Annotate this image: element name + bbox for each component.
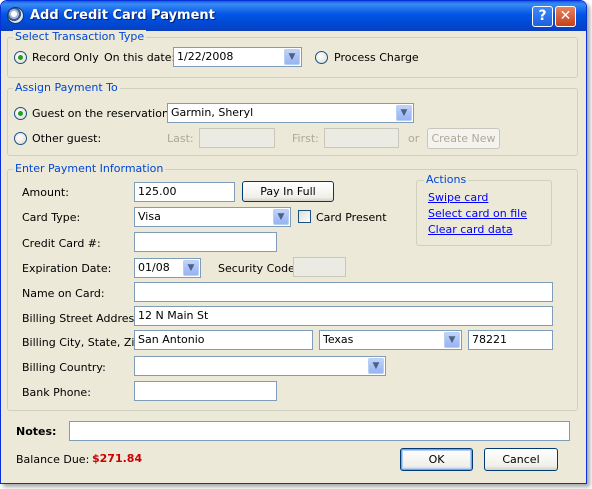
balance-due-label: Balance Due: — [16, 453, 90, 466]
bank-phone-input[interactable] — [134, 381, 277, 401]
card-type-value: Visa — [138, 210, 161, 223]
card-present-checkbox[interactable] — [298, 210, 311, 223]
guest-value: Garmin, Sheryl — [171, 106, 254, 119]
street-address-input[interactable]: 12 N Main St — [134, 306, 553, 326]
card-present-label: Card Present — [316, 211, 387, 224]
card-type-label: Card Type: — [22, 211, 81, 224]
country-label: Billing Country: — [22, 361, 106, 374]
payment-info-group-label: Enter Payment Information — [13, 162, 166, 175]
close-button[interactable]: ✕ — [555, 6, 576, 27]
zip-input[interactable]: 78221 — [468, 330, 553, 350]
name-on-card-input[interactable] — [134, 282, 553, 302]
country-select[interactable]: ▼ — [134, 356, 386, 376]
add-credit-card-payment-dialog: Add Credit Card Payment ? ✕ Select Trans… — [0, 0, 587, 484]
balance-due-value: $271.84 — [92, 452, 143, 465]
chevron-down-icon[interactable]: ▼ — [368, 358, 384, 374]
chevron-down-icon[interactable]: ▼ — [444, 332, 460, 348]
clear-card-data-link[interactable]: Clear card data — [428, 223, 513, 236]
last-name-input[interactable] — [199, 128, 275, 148]
chevron-down-icon[interactable]: ▼ — [284, 49, 300, 65]
city-input[interactable]: San Antonio — [134, 330, 313, 350]
last-name-label: Last: — [167, 132, 194, 145]
transaction-type-group-label: Select Transaction Type — [13, 30, 147, 43]
cc-number-input[interactable] — [134, 232, 277, 252]
guest-on-reservation-label: Guest on the reservation: — [32, 107, 173, 120]
pay-in-full-button[interactable]: Pay In Full — [242, 181, 334, 202]
state-value: Texas — [323, 333, 354, 346]
record-only-label: Record Only — [32, 51, 99, 64]
assign-payment-group-label: Assign Payment To — [13, 81, 120, 94]
first-name-label: First: — [292, 132, 319, 145]
process-charge-radio[interactable] — [315, 51, 328, 64]
title-bar[interactable]: Add Credit Card Payment ? ✕ — [1, 1, 586, 31]
swipe-card-link[interactable]: Swipe card — [428, 191, 488, 204]
amount-label: Amount: — [22, 186, 69, 199]
city-state-zip-label: Billing City, State, Zip: — [22, 336, 146, 349]
other-guest-radio[interactable] — [14, 132, 27, 145]
app-icon — [7, 7, 24, 24]
notes-input[interactable] — [69, 421, 570, 441]
ok-button[interactable]: OK — [400, 448, 473, 471]
guest-on-reservation-radio[interactable] — [14, 107, 27, 120]
process-charge-label: Process Charge — [334, 51, 419, 64]
state-select[interactable]: Texas ▼ — [319, 330, 462, 350]
security-code-label: Security Code: — [218, 262, 299, 275]
date-value: 1/22/2008 — [177, 50, 234, 63]
card-type-select[interactable]: Visa ▼ — [134, 207, 291, 227]
security-code-input[interactable] — [293, 257, 346, 277]
first-name-input[interactable] — [324, 128, 399, 148]
on-date-label: On this date: — [104, 51, 176, 64]
help-button[interactable]: ? — [532, 6, 553, 27]
expiration-value: 01/08 — [138, 261, 170, 274]
create-new-button[interactable]: Create New — [427, 128, 500, 149]
record-only-radio[interactable] — [14, 51, 27, 64]
cancel-button[interactable]: Cancel — [484, 448, 558, 471]
name-on-card-label: Name on Card: — [22, 287, 105, 300]
amount-input[interactable]: 125.00 — [134, 182, 235, 202]
other-guest-label: Other guest: — [32, 132, 102, 145]
chevron-down-icon[interactable]: ▼ — [183, 260, 199, 276]
or-label: or — [408, 132, 420, 145]
select-card-on-file-link[interactable]: Select card on file — [428, 207, 527, 220]
actions-group-label: Actions — [424, 173, 469, 186]
window-title: Add Credit Card Payment — [30, 8, 215, 23]
chevron-down-icon[interactable]: ▼ — [396, 105, 412, 121]
expiration-label: Expiration Date: — [22, 262, 112, 275]
chevron-down-icon[interactable]: ▼ — [273, 209, 289, 225]
expiration-select[interactable]: 01/08 ▼ — [134, 258, 201, 278]
bank-phone-label: Bank Phone: — [22, 386, 91, 399]
street-address-label: Billing Street Address: — [22, 312, 144, 325]
cc-number-label: Credit Card #: — [22, 237, 101, 250]
date-picker[interactable]: 1/22/2008 ▼ — [173, 47, 302, 67]
notes-label: Notes: — [16, 425, 57, 438]
guest-select[interactable]: Garmin, Sheryl ▼ — [167, 103, 414, 123]
